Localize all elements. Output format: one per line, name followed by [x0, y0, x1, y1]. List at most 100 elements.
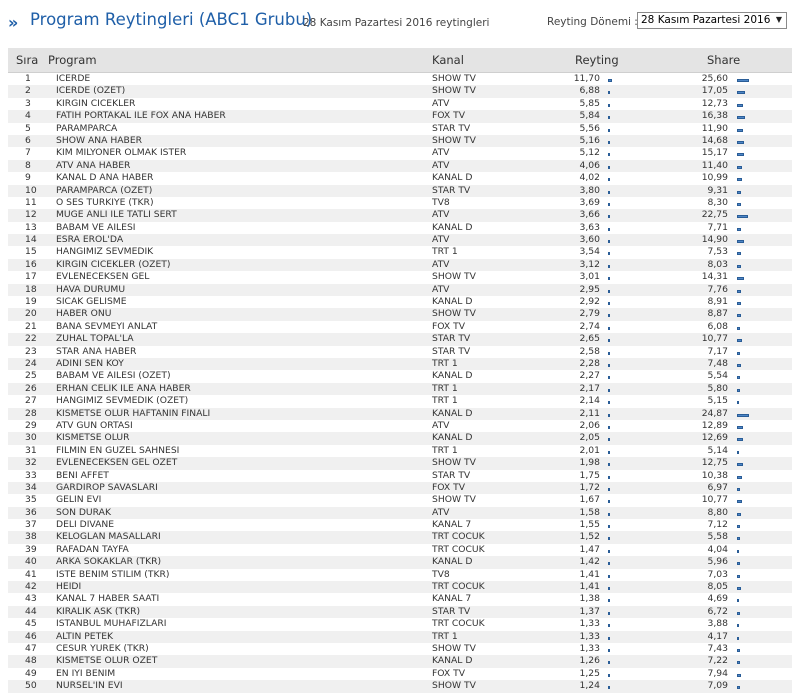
rating-bar	[608, 289, 610, 293]
rating-bar	[608, 103, 610, 107]
table-row: 27 HANGIMIZ SEVMEDIK (OZET) TRT 1 2,14 5,15	[8, 395, 792, 407]
channel-cell: ATV	[432, 159, 450, 171]
period-select-value: 28 Kasım Pazartesi 2016	[641, 14, 771, 26]
rating-cell: 1,42	[579, 556, 600, 568]
program-cell: ALTIN PETEK	[56, 630, 114, 642]
rating-bar	[608, 549, 610, 553]
rating-cell: 1,72	[579, 481, 600, 493]
rank-cell: 27	[25, 395, 37, 407]
share-cell: 3,88	[707, 618, 728, 630]
channel-cell: KANAL D	[432, 556, 473, 568]
share-cell: 14,31	[701, 271, 728, 283]
rating-cell: 1,47	[579, 543, 600, 555]
rating-bar	[608, 128, 610, 132]
double-chevron-icon: »	[8, 13, 18, 32]
rating-cell: 3,69	[579, 196, 600, 208]
table-row: 28 KISMETSE OLUR HAFTANIN FINALI KANAL D 2,…	[8, 407, 792, 420]
rating-bar	[608, 475, 610, 479]
share-cell: 10,77	[701, 494, 728, 506]
rank-cell: 40	[25, 556, 37, 568]
table-row: 2 ICERDE (OZET) SHOW TV 6,88 17,05	[8, 85, 792, 98]
program-cell: MUGE ANLI ILE TATLI SERT	[56, 209, 177, 221]
table-row: 25 BABAM VE AILESI (OZET) KANAL D 2,27 5,54	[8, 370, 792, 382]
share-cell: 12,75	[701, 457, 728, 469]
share-bar	[737, 636, 739, 640]
channel-cell: SHOW TV	[432, 457, 476, 469]
share-bar	[737, 165, 742, 169]
table-row: 14 ESRA EROL'DA ATV 3,60 14,90	[8, 234, 792, 247]
rating-bar	[608, 574, 610, 578]
rating-bar	[608, 661, 610, 665]
table-row: 13 BABAM VE AILESI KANAL D 3,63 7,71	[8, 222, 792, 234]
rating-cell: 1,26	[579, 655, 600, 667]
rating-bar	[608, 450, 610, 454]
table-row: 20 HABER ONU SHOW TV 2,79 8,87	[8, 308, 792, 321]
table-row: 18 HAVA DURUMU ATV 2,95 7,76	[8, 283, 792, 297]
share-cell: 9,31	[707, 184, 728, 196]
rating-cell: 2,11	[579, 407, 600, 419]
rating-cell: 2,06	[579, 419, 600, 431]
channel-cell: TRT 1	[432, 382, 458, 394]
share-bar	[737, 178, 742, 182]
table-row: 12 MUGE ANLI ILE TATLI SERT ATV 3,66 22,75	[8, 209, 792, 222]
rank-cell: 26	[25, 382, 37, 394]
share-bar	[737, 611, 740, 615]
program-cell: SHOW ANA HABER	[56, 134, 143, 146]
share-bar	[737, 140, 744, 144]
program-cell: ISTE BENIM STILIM (TKR)	[56, 568, 170, 580]
rating-cell: 1,25	[579, 667, 600, 679]
rank-cell: 12	[25, 209, 37, 221]
rating-cell: 2,92	[579, 296, 600, 308]
table-row: 3 KIRGIN CICEKLER ATV 5,85 12,73	[8, 98, 792, 110]
channel-cell: KANAL D	[432, 655, 473, 667]
rating-bar	[608, 500, 610, 504]
share-bar	[737, 624, 739, 628]
program-cell: ICERDE (OZET)	[56, 85, 126, 97]
program-cell: ERHAN CELIK ILE ANA HABER	[56, 382, 191, 394]
program-cell: ATV ANA HABER	[56, 159, 131, 171]
channel-cell: STAR TV	[432, 345, 471, 357]
share-cell: 8,03	[707, 258, 728, 270]
rating-bar	[608, 537, 610, 541]
rating-cell: 3,12	[579, 258, 600, 270]
share-bar	[737, 326, 740, 330]
share-cell: 16,38	[701, 110, 728, 122]
share-bar	[737, 363, 741, 367]
share-bar	[737, 302, 741, 306]
rank-cell: 8	[25, 159, 31, 171]
table-row: 24 ADINI SEN KOY TRT 1 2,28 7,48	[8, 357, 792, 371]
table-header: Sıra Program Kanal Reyting Share	[8, 48, 792, 73]
rating-cell: 2,65	[579, 333, 600, 345]
program-cell: HEIDI	[56, 581, 82, 593]
table-row: 19 SICAK GELISME KANAL D 2,92 8,91	[8, 296, 792, 308]
share-cell: 22,75	[701, 209, 728, 221]
share-cell: 7,03	[707, 568, 728, 580]
table-row: 10 PARAMPARCA (OZET) STAR TV 3,80 9,31	[8, 184, 792, 197]
share-bar	[737, 599, 739, 603]
program-cell: ATV GUN ORTASI	[56, 419, 133, 431]
program-cell: HAVA DURUMU	[56, 283, 126, 295]
share-bar	[737, 252, 741, 256]
rating-bar	[608, 202, 610, 206]
rating-bar	[608, 264, 610, 268]
rank-cell: 29	[25, 419, 37, 431]
rating-cell: 1,37	[579, 605, 600, 617]
share-cell: 6,97	[707, 481, 728, 493]
period-select[interactable]: 28 Kasım Pazartesi 2016 ▼	[637, 12, 787, 29]
program-cell: KIRALIK ASK (TKR)	[56, 605, 141, 617]
program-cell: HANGIMIZ SEVMEDIK (OZET)	[56, 395, 189, 407]
share-cell: 15,17	[701, 147, 728, 159]
rating-cell: 1,38	[579, 593, 600, 605]
rating-bar	[608, 648, 610, 652]
rank-cell: 19	[25, 296, 37, 308]
period-label: Reyting Dönemi :	[547, 16, 638, 28]
table-row: 21 BANA SEVMEYI ANLAT FOX TV 2,74 6,08	[8, 321, 792, 333]
channel-cell: SHOW TV	[432, 642, 476, 654]
table-row: 40 ARKA SOKAKLAR (TKR) KANAL D 1,42 5,96	[8, 556, 792, 569]
program-cell: BABAM VE AILESI	[56, 221, 136, 233]
share-cell: 8,91	[707, 296, 728, 308]
channel-cell: SHOW TV	[432, 308, 476, 320]
rating-cell: 3,66	[579, 209, 600, 221]
program-cell: NURSEL'IN EVI	[56, 680, 123, 692]
program-cell: KIRGIN CICEKLER (OZET)	[56, 258, 171, 270]
